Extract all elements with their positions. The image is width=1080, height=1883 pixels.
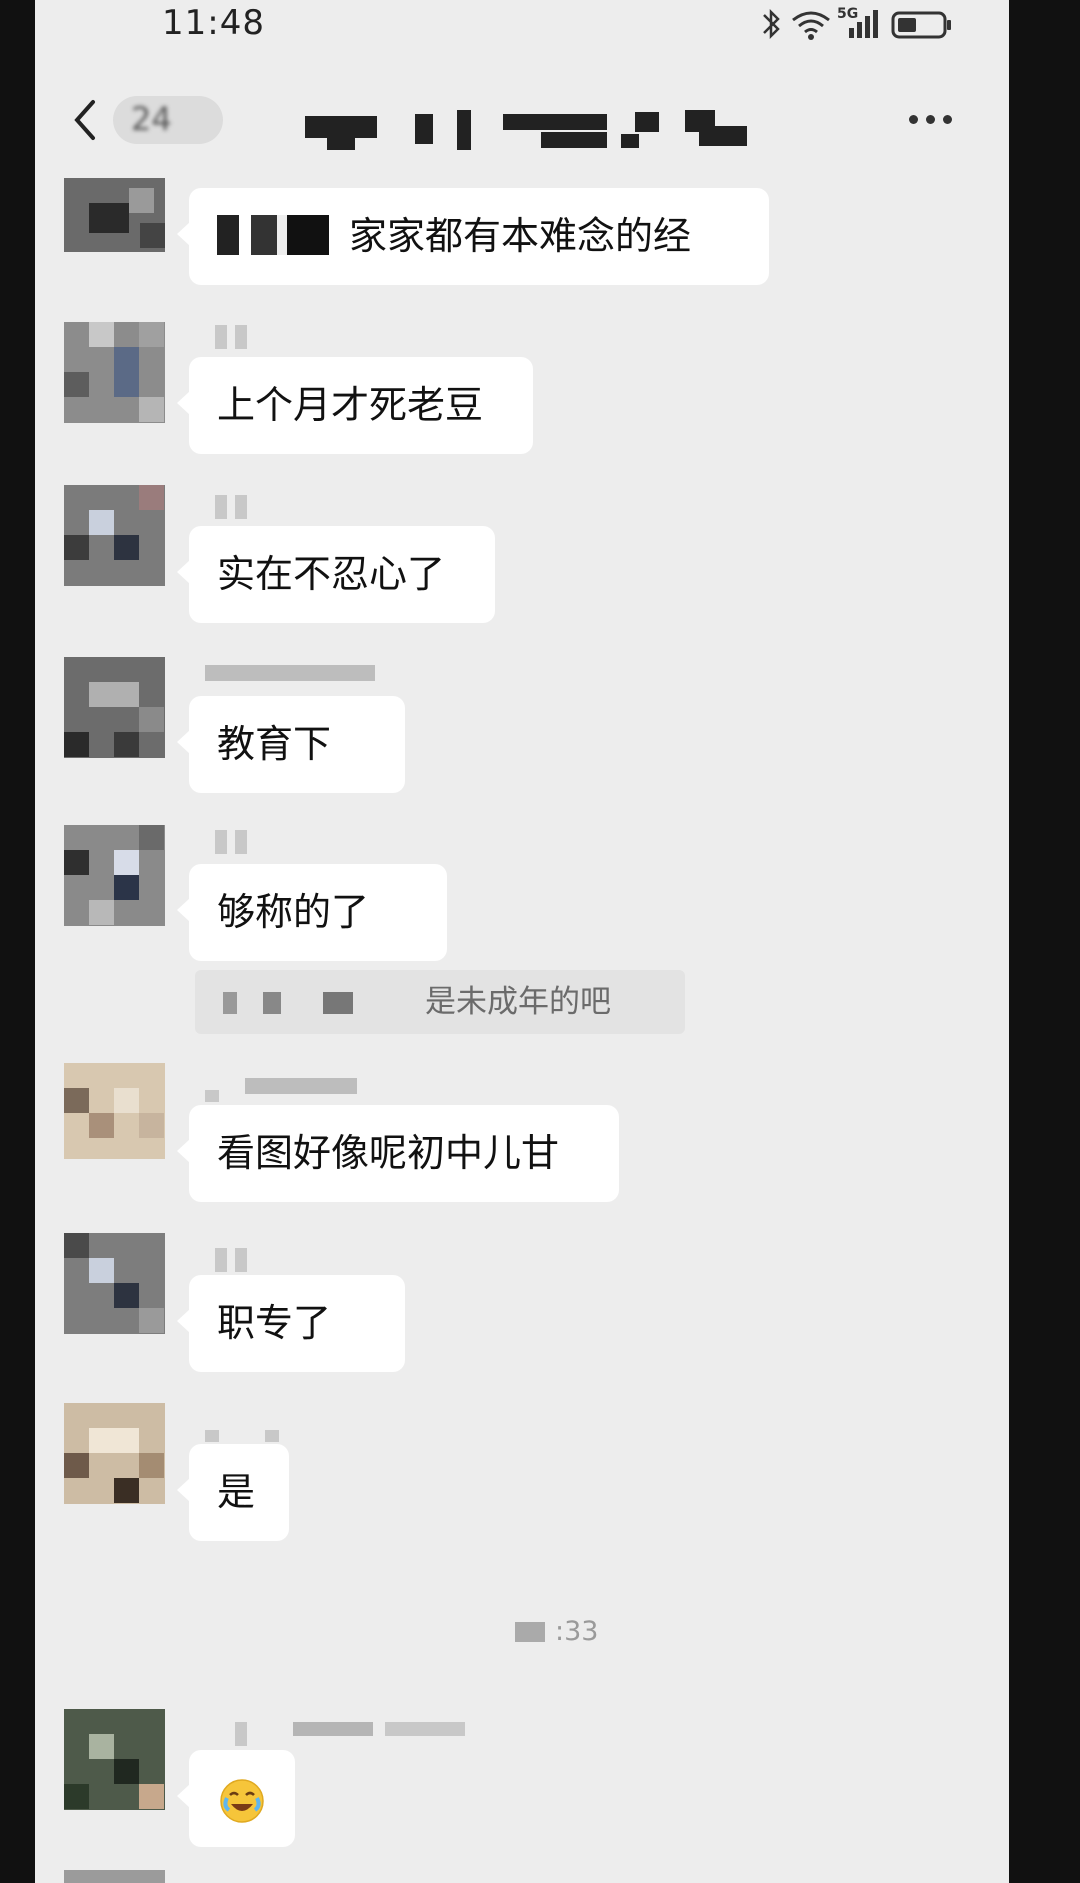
message-text: 职专了 bbox=[217, 1301, 332, 1345]
status-icons: 5G bbox=[759, 4, 969, 44]
phone-frame: 11:48 5G 24 家家都有本难念的经 上个月才死老豆 实在不忍心了 教育下… bbox=[0, 0, 1080, 1883]
status-time: 11:48 bbox=[162, 3, 265, 43]
message-bubble: 上个月才死老豆 bbox=[177, 357, 533, 454]
unread-count: 24 bbox=[131, 100, 172, 138]
sender-name bbox=[205, 830, 385, 858]
avatar[interactable] bbox=[64, 1709, 165, 1810]
wifi-icon bbox=[792, 11, 830, 40]
avatar[interactable] bbox=[64, 1063, 165, 1159]
message-text: 教育下 bbox=[217, 722, 332, 766]
avatar[interactable] bbox=[64, 1403, 165, 1504]
avatar[interactable] bbox=[64, 1233, 165, 1334]
sender-name bbox=[205, 495, 385, 523]
message-bubble: 是 bbox=[177, 1444, 289, 1541]
avatar[interactable] bbox=[64, 657, 165, 758]
pixelated-mention bbox=[217, 214, 329, 255]
avatar[interactable] bbox=[64, 485, 165, 586]
chat-screen: 11:48 5G 24 家家都有本难念的经 上个月才死老豆 实在不忍心了 教育下… bbox=[35, 0, 1009, 1883]
avatar[interactable] bbox=[64, 322, 165, 423]
avatar[interactable] bbox=[64, 178, 165, 252]
sender-name bbox=[205, 1248, 385, 1276]
more-options-icon[interactable] bbox=[909, 115, 953, 127]
chat-nav-bar: 24 bbox=[35, 80, 1009, 160]
status-bar: 11:48 5G bbox=[35, 0, 1009, 50]
message-text: 看图好像呢初中儿甘 bbox=[217, 1131, 560, 1175]
message-text: 够称的了 bbox=[217, 890, 370, 934]
message-text: 实在不忍心了 bbox=[217, 552, 446, 596]
pixelated-quote-sender bbox=[223, 992, 409, 1014]
back-arrow-icon[interactable] bbox=[71, 96, 99, 144]
quote-text: 是未成年的吧 bbox=[425, 984, 611, 1020]
sender-name bbox=[205, 1418, 385, 1446]
avatar[interactable] bbox=[64, 825, 165, 926]
bluetooth-icon bbox=[763, 8, 780, 40]
avatar[interactable] bbox=[64, 1870, 165, 1883]
message-bubble: 够称的了 bbox=[177, 864, 447, 961]
sender-name bbox=[205, 665, 385, 693]
signal-icon bbox=[849, 10, 878, 38]
message-text: 是 bbox=[217, 1470, 256, 1514]
battery-icon bbox=[891, 11, 951, 39]
message-bubble: 看图好像呢初中儿甘 bbox=[177, 1105, 619, 1202]
message-bubble: 教育下 bbox=[177, 696, 405, 793]
crying-laughing-emoji-icon bbox=[220, 1779, 264, 1823]
message-text: 家家都有本难念的经 bbox=[349, 214, 692, 258]
timestamp: :33 bbox=[555, 1616, 599, 1647]
sender-name bbox=[205, 1722, 485, 1750]
message-bubble: 职专了 bbox=[177, 1275, 405, 1372]
message-bubble: 家家都有本难念的经 bbox=[177, 188, 769, 285]
sender-name bbox=[205, 325, 385, 353]
pixelated-timestamp-prefix bbox=[475, 1622, 547, 1642]
message-text: 上个月才死老豆 bbox=[217, 383, 484, 427]
quoted-message[interactable]: 是未成年的吧 bbox=[195, 970, 685, 1034]
message-bubble: 实在不忍心了 bbox=[177, 526, 495, 623]
chat-title-pixelated bbox=[305, 106, 775, 150]
sender-name bbox=[205, 1078, 385, 1106]
